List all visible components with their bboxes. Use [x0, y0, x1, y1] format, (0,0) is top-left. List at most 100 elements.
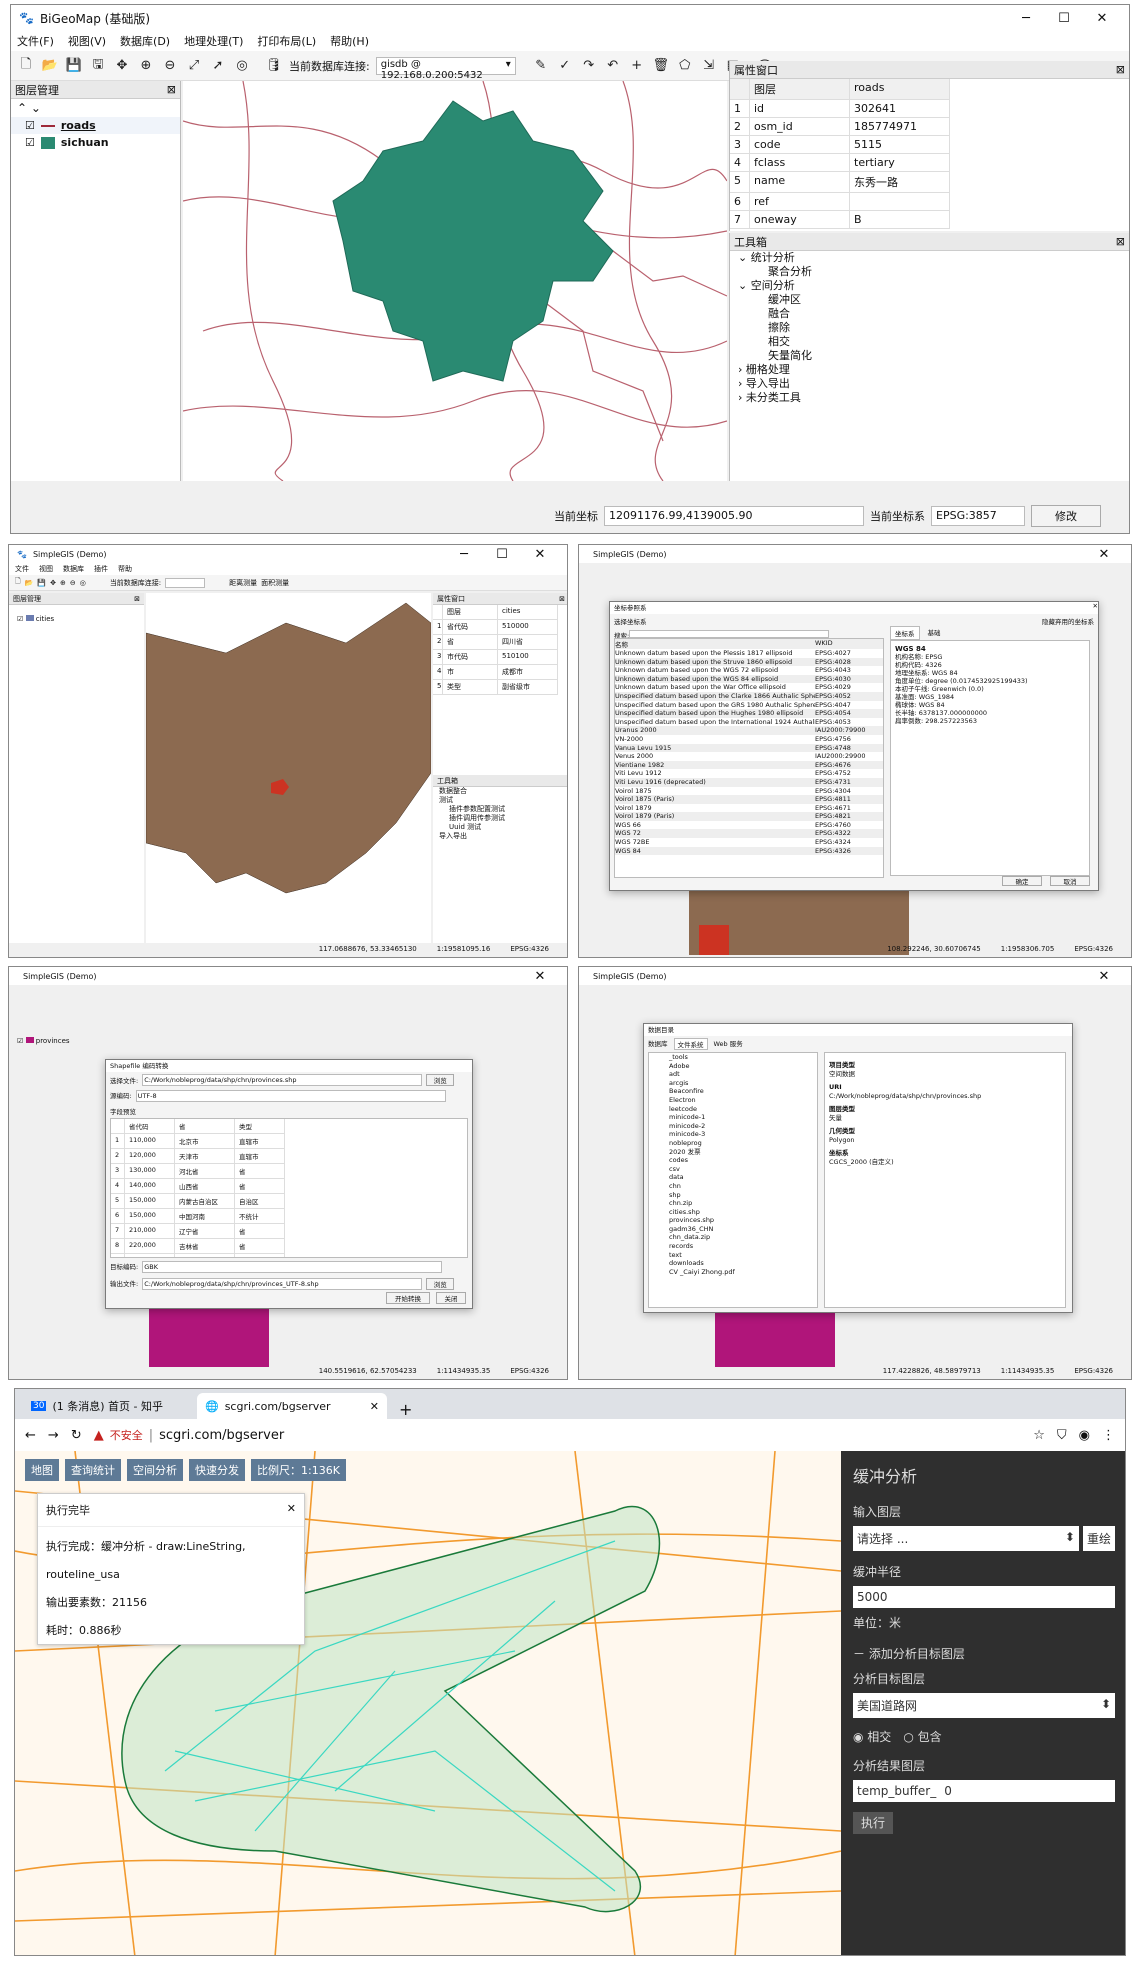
export-icon[interactable]: ⇲: [700, 57, 718, 75]
layer-item-roads[interactable]: ☑ roads: [11, 117, 180, 134]
close-icon[interactable]: ⊠: [1116, 235, 1125, 248]
crs-row[interactable]: Voirol 1879 (Paris) EPSG:4821: [615, 812, 883, 821]
area-measure-button[interactable]: 面积测量: [261, 578, 289, 588]
delete-icon[interactable]: 🗑: [652, 57, 670, 75]
tree-item[interactable]: cities.shp: [669, 1208, 817, 1217]
back-icon[interactable]: ←: [25, 1428, 36, 1443]
attr-value[interactable]: 302641: [850, 100, 950, 118]
menu-help[interactable]: 帮助: [118, 564, 132, 574]
radio-intersect[interactable]: ◉ 相交: [853, 1728, 891, 1745]
collapse-all-icon[interactable]: ⌄: [31, 101, 41, 115]
toolbox-item[interactable]: 擦除: [738, 321, 1129, 335]
maximize-icon[interactable]: ☐: [483, 547, 521, 562]
menu-database[interactable]: 数据库(D): [120, 33, 170, 49]
save-icon[interactable]: 💾: [37, 579, 46, 587]
redraw-button[interactable]: 重绘: [1082, 1526, 1115, 1551]
crs-row[interactable]: Unknown datum based upon the Plessis 181…: [615, 649, 883, 658]
tree-item[interactable]: shp: [669, 1191, 817, 1200]
toolbox-item[interactable]: Uuid 测试: [439, 823, 567, 832]
spatial-analysis-button[interactable]: 空间分析: [127, 1459, 183, 1481]
modify-button[interactable]: 修改: [1031, 505, 1101, 527]
tree-item[interactable]: minicode-2: [669, 1122, 817, 1131]
crs-row[interactable]: VN-2000 EPSG:4756: [615, 735, 883, 744]
tree-item[interactable]: adt: [669, 1070, 817, 1079]
tree-item[interactable]: chn: [669, 1182, 817, 1191]
tree-item[interactable]: chn.zip: [669, 1199, 817, 1208]
close-icon[interactable]: ✕: [521, 547, 559, 562]
zoom-in-icon[interactable]: ⊕: [60, 579, 66, 587]
attr-value[interactable]: 510000: [498, 620, 558, 635]
start-convert-button[interactable]: 开始转换: [386, 1292, 430, 1304]
browse-button[interactable]: 浏览: [426, 1074, 455, 1086]
menu-database[interactable]: 数据库: [63, 564, 84, 574]
layer-item-cities[interactable]: ☑ cities: [9, 605, 144, 633]
tree-item[interactable]: _tools: [669, 1053, 817, 1062]
full-extent-icon[interactable]: ⤢: [185, 57, 203, 75]
new-tab-icon[interactable]: +: [391, 1400, 412, 1419]
crs-row[interactable]: Unknown datum based upon the WGS 72 elli…: [615, 666, 883, 675]
close-tab-icon[interactable]: ✕: [370, 1400, 379, 1413]
tab-basic[interactable]: 基础: [924, 626, 945, 640]
pan-icon[interactable]: ✥: [50, 579, 56, 587]
crs-row[interactable]: Vientiane 1982 EPSG:4676: [615, 760, 883, 770]
toolbox-item[interactable]: 缓冲区: [738, 293, 1129, 307]
menu-file[interactable]: 文件(F): [17, 33, 54, 49]
db-connection-select[interactable]: gisdb @ 192.168.0.200:5432 ▾: [375, 56, 516, 81]
tree-item[interactable]: Beaconfire: [669, 1087, 817, 1096]
tree-item[interactable]: gadm36_CHN: [669, 1225, 817, 1234]
tree-item[interactable]: downloads: [669, 1259, 817, 1268]
menu-plugins[interactable]: 插件: [94, 564, 108, 574]
close-button[interactable]: 关闭: [436, 1292, 466, 1304]
attr-value[interactable]: 185774971: [850, 118, 950, 136]
menu-view[interactable]: 视图(V): [68, 33, 106, 49]
toolbox-item[interactable]: 聚合分析: [738, 265, 1129, 279]
redo-icon[interactable]: ↷: [580, 57, 598, 75]
tree-item[interactable]: leetcode: [669, 1105, 817, 1114]
close-icon[interactable]: ✕: [1085, 969, 1123, 984]
close-icon[interactable]: ⊠: [134, 595, 140, 603]
browser-tab[interactable]: 30 (1 条消息) 首页 - 知乎: [23, 1393, 193, 1419]
identify-icon[interactable]: ◎: [80, 579, 86, 587]
quick-publish-button[interactable]: 快速分发: [189, 1459, 245, 1481]
attr-value[interactable]: 5115: [850, 136, 950, 154]
bookmark-icon[interactable]: ⛉: [1057, 1428, 1067, 1443]
tab-filesystem[interactable]: 文件系统: [673, 1038, 708, 1050]
attr-value[interactable]: 东秀一路: [850, 172, 950, 193]
address-bar[interactable]: ▲ 不安全 | scgri.com/bgserver: [94, 1427, 1022, 1443]
coord-field[interactable]: 12091176.99,4139005.90: [604, 506, 864, 526]
map-menu-button[interactable]: 地图: [25, 1459, 59, 1481]
tree-item[interactable]: chn_data.zip: [669, 1233, 817, 1242]
new-file-icon[interactable]: 🗋: [17, 57, 35, 75]
checkbox-checked-icon[interactable]: ☑: [25, 119, 35, 132]
open-folder-icon[interactable]: 📂: [41, 57, 59, 75]
toolbox-group[interactable]: › 栅格处理: [738, 363, 1129, 377]
add-feature-icon[interactable]: +: [628, 57, 646, 75]
toolbox-group[interactable]: ⌄ 统计分析: [738, 251, 1129, 265]
crs-row[interactable]: Venus 2000 IAU2000:29900: [615, 752, 883, 761]
toolbox-group[interactable]: ⌄ 空间分析: [738, 279, 1129, 293]
attr-value[interactable]: tertiary: [850, 154, 950, 172]
table-row[interactable]: 1 110,000 北京市 直辖市: [111, 1134, 467, 1149]
star-icon[interactable]: ☆: [1033, 1428, 1045, 1443]
table-row[interactable]: 2 120,000 天津市 直辖市: [111, 1149, 467, 1164]
attr-value[interactable]: 副省级市: [498, 680, 558, 695]
open-folder-icon[interactable]: 📂: [25, 579, 34, 587]
layer-item-sichuan[interactable]: ☑ sichuan: [11, 134, 180, 151]
minimize-icon[interactable]: ─: [1007, 11, 1045, 26]
output-file-input[interactable]: C:/Work/nobleprog/data/shp/chn/provinces…: [142, 1278, 423, 1290]
zoom-in-icon[interactable]: ⊕: [137, 57, 155, 75]
checkbox-checked-icon[interactable]: ☑: [25, 136, 35, 149]
crs-row[interactable]: Unknown datum based upon the War Office …: [615, 683, 883, 692]
table-row[interactable]: 7 210,000 辽宁省省: [111, 1224, 467, 1239]
crs-row[interactable]: Voirol 1875 EPSG:4304: [615, 787, 883, 796]
source-encoding-select[interactable]: UTF-8: [135, 1090, 446, 1102]
zoom-out-icon[interactable]: ⊖: [70, 579, 76, 587]
minimize-icon[interactable]: ─: [445, 547, 483, 562]
toolbox-item[interactable]: 插件调用传参测试: [439, 814, 567, 823]
attr-value[interactable]: [850, 193, 950, 211]
close-icon[interactable]: ⊠: [559, 595, 565, 603]
crs-row[interactable]: Viti Levu 1912 EPSG:4752: [615, 769, 883, 778]
tab-database[interactable]: 数据库: [648, 1038, 668, 1050]
menu-file[interactable]: 文件: [15, 564, 29, 574]
tree-item[interactable]: Adobe: [669, 1062, 817, 1071]
